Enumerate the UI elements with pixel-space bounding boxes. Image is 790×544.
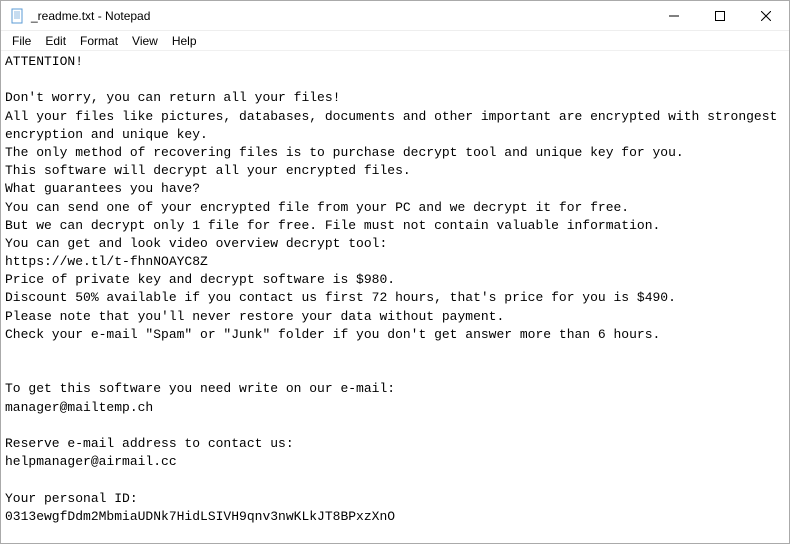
menubar: File Edit Format View Help xyxy=(1,31,789,51)
menu-help[interactable]: Help xyxy=(165,33,204,49)
menu-format[interactable]: Format xyxy=(73,33,125,49)
notepad-window: _readme.txt - Notepad File Edit Format V… xyxy=(0,0,790,544)
text-area[interactable]: ATTENTION! Don't worry, you can return a… xyxy=(1,51,789,543)
maximize-button[interactable] xyxy=(697,1,743,30)
menu-edit[interactable]: Edit xyxy=(38,33,73,49)
menu-file[interactable]: File xyxy=(5,33,38,49)
titlebar: _readme.txt - Notepad xyxy=(1,1,789,31)
minimize-button[interactable] xyxy=(651,1,697,30)
notepad-icon xyxy=(9,8,25,24)
window-title: _readme.txt - Notepad xyxy=(31,9,651,23)
close-button[interactable] xyxy=(743,1,789,30)
window-controls xyxy=(651,1,789,30)
menu-view[interactable]: View xyxy=(125,33,165,49)
